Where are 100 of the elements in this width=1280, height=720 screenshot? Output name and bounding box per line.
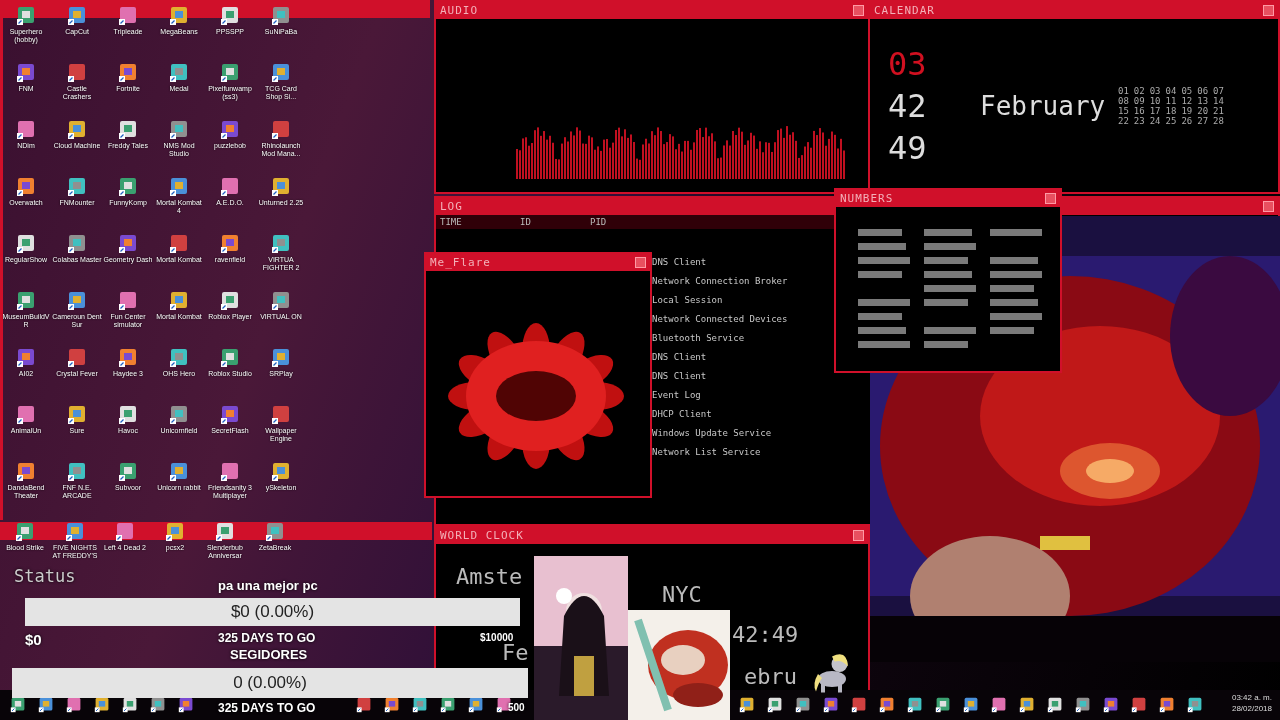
taskbar-icon[interactable] <box>963 697 979 713</box>
app-icon[interactable] <box>67 63 87 83</box>
app-icon[interactable] <box>220 291 240 311</box>
app-icon[interactable] <box>67 348 87 368</box>
app-icon[interactable] <box>118 63 138 83</box>
app-icon[interactable] <box>220 405 240 425</box>
taskbar-date[interactable]: 28/02/2018 <box>1231 703 1272 714</box>
app-icon[interactable] <box>118 462 138 482</box>
log-entry: DNS Client <box>652 371 708 381</box>
app-icon[interactable] <box>169 120 189 140</box>
app-icon[interactable] <box>220 177 240 197</box>
app-icon[interactable] <box>220 120 240 140</box>
date-text: Fe <box>502 640 529 665</box>
taskbar-icon[interactable] <box>178 697 194 713</box>
app-icon[interactable] <box>67 462 87 482</box>
taskbar-icon[interactable] <box>907 697 923 713</box>
taskbar-icon[interactable] <box>991 697 1007 713</box>
app-icon[interactable] <box>16 405 36 425</box>
app-icon[interactable] <box>67 6 87 26</box>
app-icon[interactable] <box>265 522 285 542</box>
app-icon[interactable] <box>16 63 36 83</box>
goal-target: 500 <box>508 702 525 713</box>
taskbar-icon[interactable] <box>412 697 428 713</box>
taskbar-icon[interactable] <box>384 697 400 713</box>
app-icon[interactable] <box>169 348 189 368</box>
app-icon[interactable] <box>271 405 291 425</box>
app-icon[interactable] <box>65 522 85 542</box>
app-icon[interactable] <box>215 522 235 542</box>
app-icon[interactable] <box>67 120 87 140</box>
taskbar-icon[interactable] <box>739 697 755 713</box>
app-icon[interactable] <box>118 291 138 311</box>
app-icon[interactable] <box>220 462 240 482</box>
taskbar-icon[interactable] <box>1159 697 1175 713</box>
taskbar-icon[interactable] <box>38 697 54 713</box>
app-icon[interactable] <box>118 405 138 425</box>
taskbar-icon[interactable] <box>823 697 839 713</box>
taskbar-icon[interactable] <box>1047 697 1063 713</box>
taskbar-icon[interactable] <box>851 697 867 713</box>
app-icon[interactable] <box>169 63 189 83</box>
app-icon[interactable] <box>118 348 138 368</box>
app-icon[interactable] <box>16 234 36 254</box>
taskbar-icon[interactable] <box>1019 697 1035 713</box>
taskbar-icon[interactable] <box>1187 697 1203 713</box>
taskbar-icon[interactable] <box>150 697 166 713</box>
clock-minute: 42 <box>888 85 928 127</box>
app-icon[interactable] <box>16 291 36 311</box>
app-icon[interactable] <box>271 120 291 140</box>
app-icon[interactable] <box>271 462 291 482</box>
app-icon[interactable] <box>220 234 240 254</box>
app-icon[interactable] <box>67 177 87 197</box>
city-name: Amste <box>456 564 523 589</box>
app-icon[interactable] <box>220 6 240 26</box>
app-icon[interactable] <box>271 63 291 83</box>
app-icon[interactable] <box>118 6 138 26</box>
taskbar-icon[interactable] <box>440 697 456 713</box>
app-icon[interactable] <box>169 177 189 197</box>
taskbar-icon[interactable] <box>356 697 372 713</box>
taskbar-icon[interactable] <box>1075 697 1091 713</box>
app-icon[interactable] <box>271 291 291 311</box>
taskbar-icon[interactable] <box>767 697 783 713</box>
app-icon[interactable] <box>220 63 240 83</box>
log-entry: Network List Service <box>652 447 762 457</box>
app-icon[interactable] <box>165 522 185 542</box>
taskbar-icon[interactable] <box>795 697 811 713</box>
taskbar-icon[interactable] <box>10 697 26 713</box>
taskbar-icon[interactable] <box>935 697 951 713</box>
app-icon[interactable] <box>271 348 291 368</box>
app-icon[interactable] <box>15 522 35 542</box>
app-icon[interactable] <box>115 522 135 542</box>
app-icon[interactable] <box>16 177 36 197</box>
taskbar-icon[interactable] <box>94 697 110 713</box>
taskbar-icon[interactable] <box>879 697 895 713</box>
app-icon[interactable] <box>271 6 291 26</box>
app-icon[interactable] <box>67 405 87 425</box>
taskbar-icon[interactable] <box>1131 697 1147 713</box>
taskbar-icon[interactable] <box>1103 697 1119 713</box>
app-icon[interactable] <box>118 120 138 140</box>
taskbar-icon[interactable] <box>122 697 138 713</box>
app-icon[interactable] <box>118 177 138 197</box>
clock-second: 49 <box>888 127 928 169</box>
app-icon[interactable] <box>271 234 291 254</box>
app-icon[interactable] <box>169 234 189 254</box>
app-icon[interactable] <box>169 462 189 482</box>
app-icon[interactable] <box>16 348 36 368</box>
app-icon[interactable] <box>169 405 189 425</box>
calendar-day: 22 <box>1118 115 1129 126</box>
app-icon[interactable] <box>67 234 87 254</box>
app-icon[interactable] <box>169 6 189 26</box>
log-entry: Bluetooth Service <box>652 333 746 343</box>
app-icon[interactable] <box>16 120 36 140</box>
app-icon[interactable] <box>220 348 240 368</box>
app-icon[interactable] <box>16 6 36 26</box>
app-icon[interactable] <box>16 462 36 482</box>
app-icon[interactable] <box>271 177 291 197</box>
app-icon[interactable] <box>169 291 189 311</box>
taskbar-icon[interactable] <box>468 697 484 713</box>
app-icon[interactable] <box>67 291 87 311</box>
taskbar-icon[interactable] <box>66 697 82 713</box>
app-icon[interactable] <box>118 234 138 254</box>
taskbar-time[interactable]: 03:42 a. m. <box>1231 692 1272 703</box>
